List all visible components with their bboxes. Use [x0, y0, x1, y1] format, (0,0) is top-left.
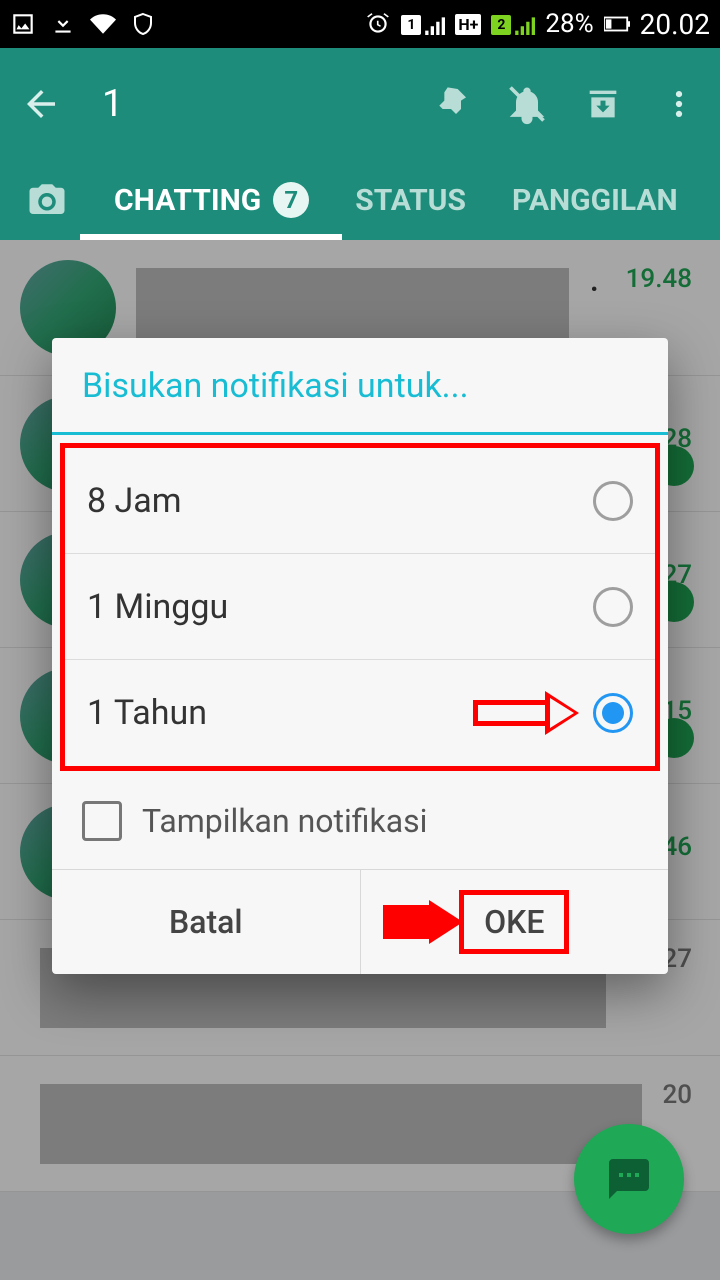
back-button[interactable]: [18, 81, 64, 127]
annotation-arrow: [473, 691, 579, 735]
option-label: 1 Tahun: [87, 693, 207, 733]
battery-percent: 28%: [545, 9, 593, 39]
alarm-icon: [365, 11, 391, 37]
sim2-badge: 2: [491, 15, 511, 35]
tab-bar: CHATTING 7 STATUS PANGGILAN: [0, 160, 720, 240]
tab-label: CHATTING: [114, 183, 261, 218]
radio-unchecked-icon[interactable]: [593, 587, 633, 627]
shield-icon: [130, 11, 156, 37]
tab-status[interactable]: STATUS: [347, 160, 474, 240]
option-label: 1 Minggu: [87, 587, 228, 627]
pin-button[interactable]: [428, 81, 474, 127]
tab-label: PANGGILAN: [512, 183, 678, 218]
radio-checked-icon[interactable]: [593, 693, 633, 733]
button-label: Batal: [169, 903, 243, 941]
signal-icon: [423, 13, 445, 35]
cancel-button[interactable]: Batal: [52, 870, 360, 974]
status-bar: 1 H+ 2 28% 20.02: [0, 0, 720, 48]
clock: 20.02: [640, 8, 710, 41]
message-icon: [605, 1155, 653, 1203]
network-badge: H+: [455, 14, 481, 35]
show-notifications-toggle[interactable]: Tampilkan notifikasi: [52, 779, 668, 870]
selection-count: 1: [102, 82, 123, 126]
mute-button[interactable]: [504, 81, 550, 127]
option-label: 8 Jam: [87, 481, 182, 521]
radio-unchecked-icon[interactable]: [593, 481, 633, 521]
app-header: 1 CHATTING 7 STATUS PANGGILAN: [0, 48, 720, 240]
option-8jam[interactable]: 8 Jam: [65, 448, 655, 554]
signal-icon: [513, 13, 535, 35]
option-1tahun[interactable]: 1 Tahun: [65, 660, 655, 766]
ok-highlight: OKE: [459, 890, 569, 954]
wifi-icon: [90, 11, 116, 37]
camera-tab[interactable]: [18, 160, 76, 240]
unread-badge: 7: [273, 182, 309, 218]
archive-button[interactable]: [580, 81, 626, 127]
ok-button[interactable]: OKE: [360, 870, 669, 974]
download-icon: [50, 11, 76, 37]
tab-label: STATUS: [355, 183, 466, 218]
mute-dialog: Bisukan notifikasi untuk... 8 Jam 1 Ming…: [52, 338, 668, 974]
annotation-arrow: [383, 900, 463, 944]
tab-panggilan[interactable]: PANGGILAN: [504, 160, 686, 240]
option-1minggu[interactable]: 1 Minggu: [65, 554, 655, 660]
new-chat-fab[interactable]: [574, 1124, 684, 1234]
battery-icon: [604, 11, 630, 37]
button-label: OKE: [484, 903, 544, 941]
tab-chatting[interactable]: CHATTING 7: [106, 160, 317, 240]
sim1-badge: 1: [401, 15, 421, 35]
checkbox-label: Tampilkan notifikasi: [142, 802, 427, 840]
mute-options-highlight: 8 Jam 1 Minggu 1 Tahun: [60, 443, 660, 771]
overflow-menu[interactable]: [656, 81, 702, 127]
picture-icon: [10, 11, 36, 37]
dialog-title: Bisukan notifikasi untuk...: [52, 338, 668, 435]
checkbox-unchecked-icon[interactable]: [82, 801, 122, 841]
